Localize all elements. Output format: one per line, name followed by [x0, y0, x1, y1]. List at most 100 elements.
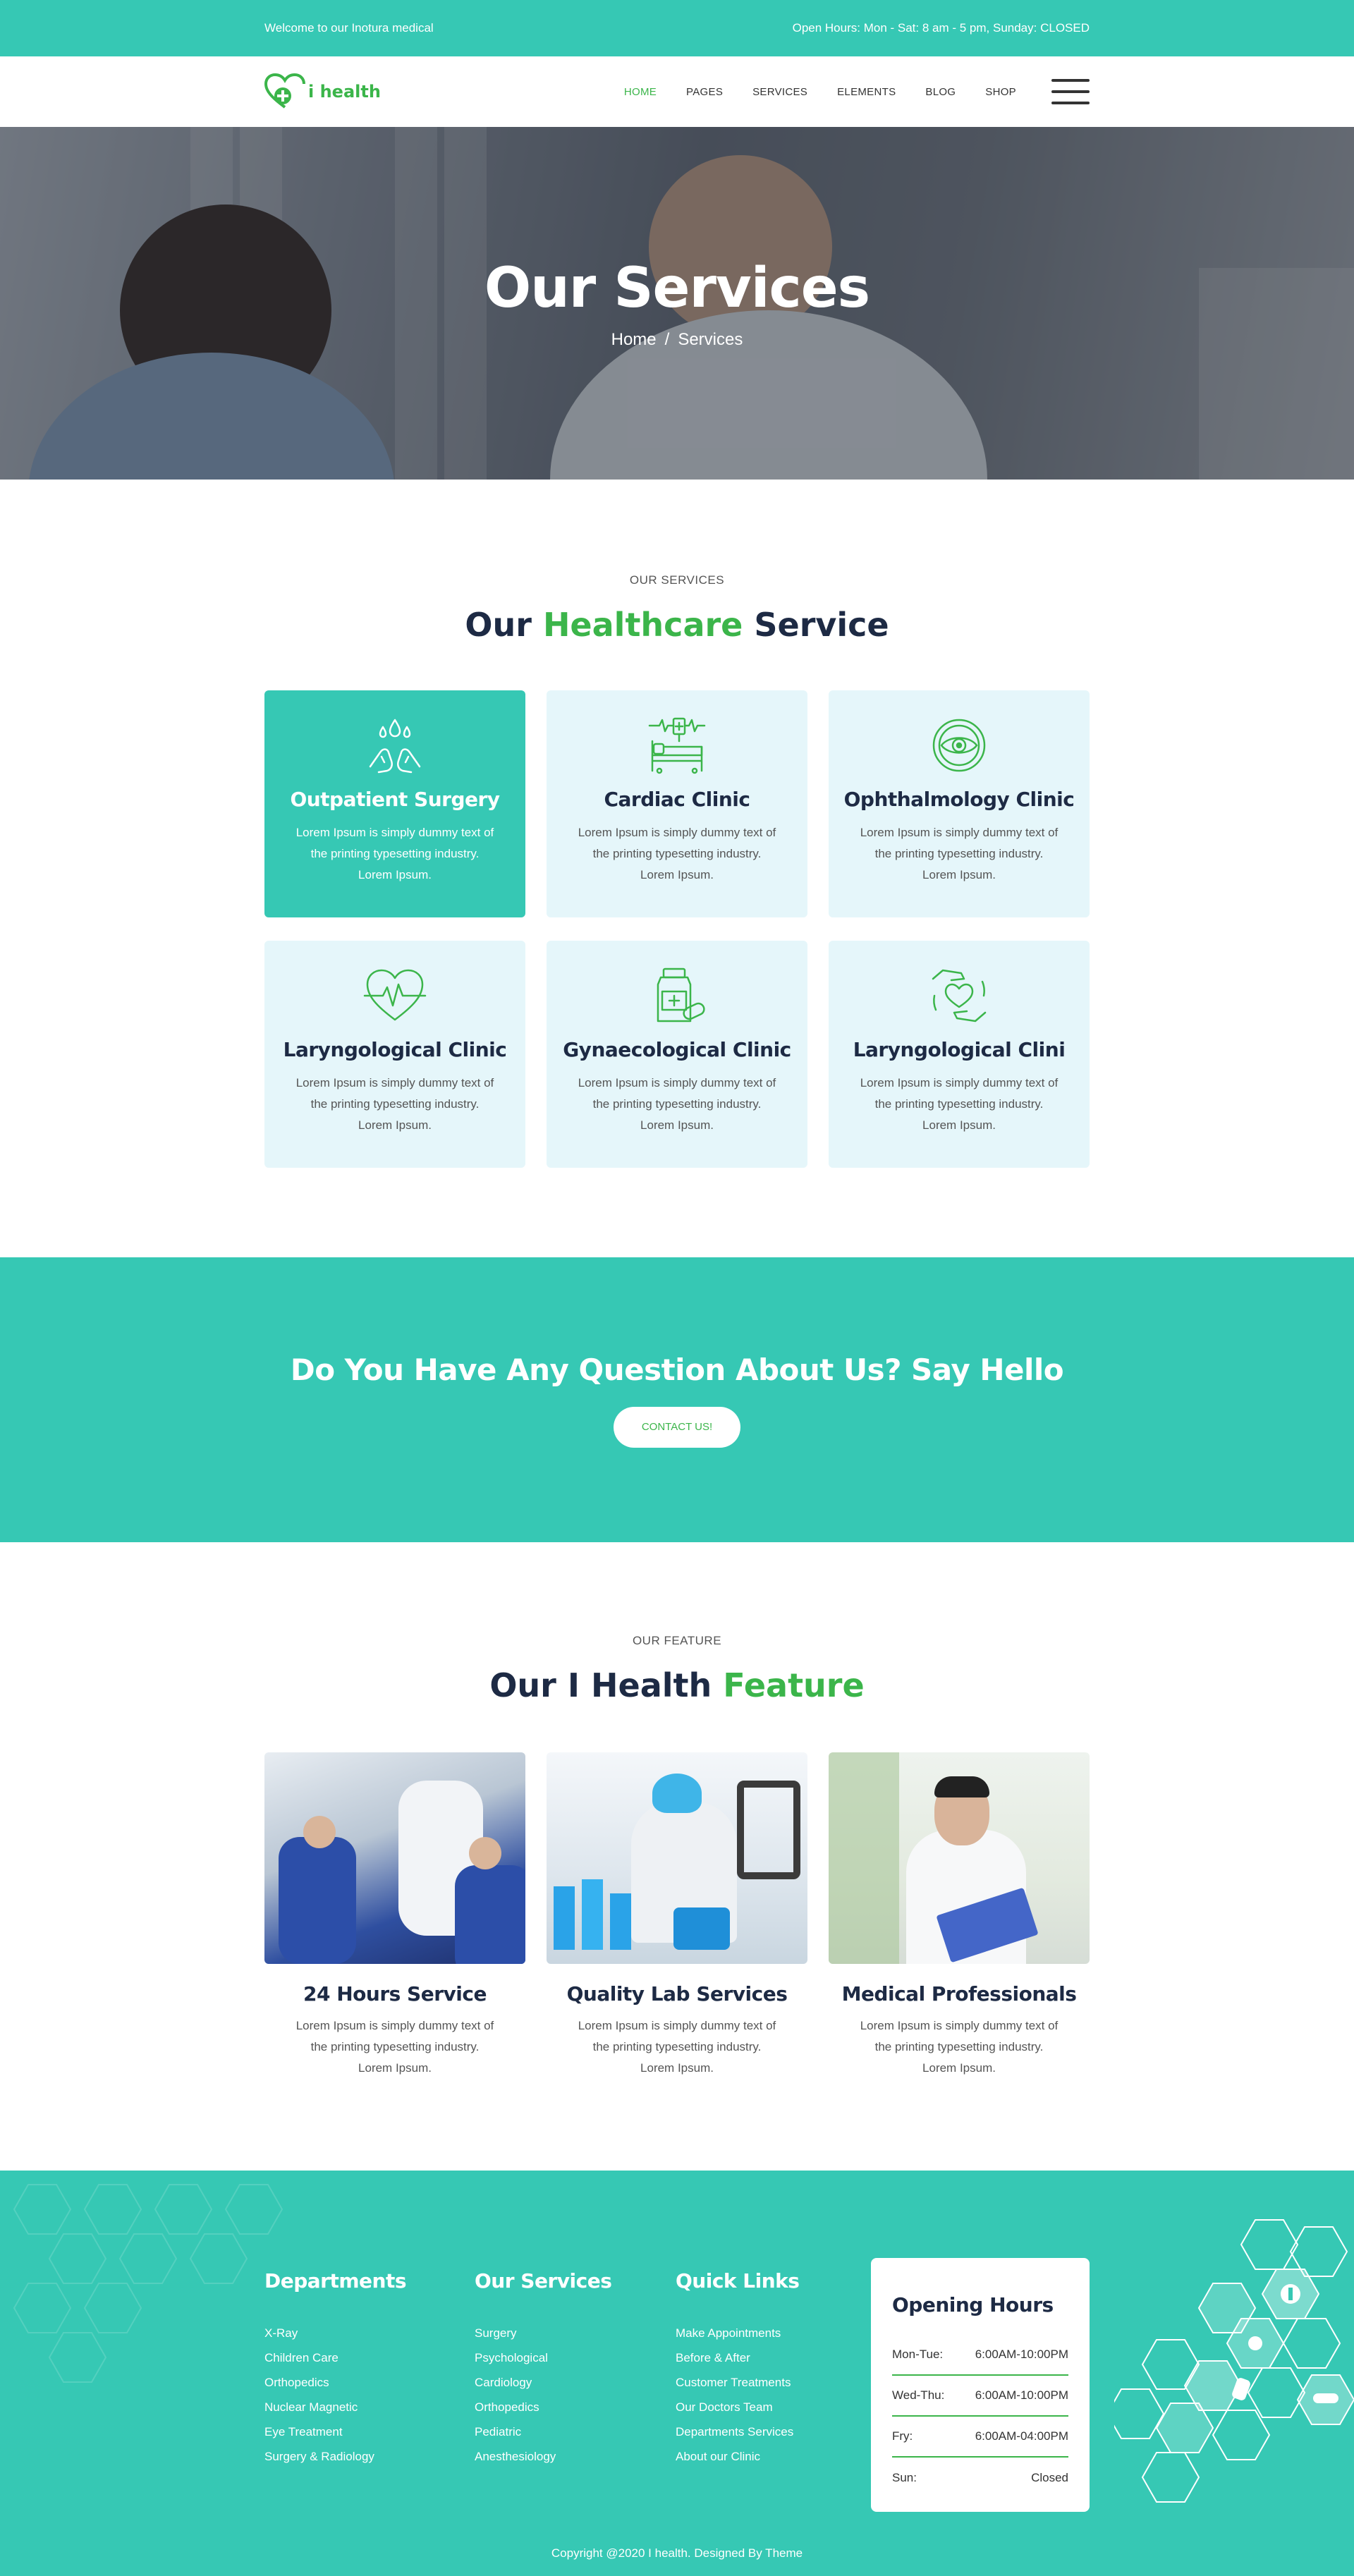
- nav-item-shop[interactable]: SHOP: [985, 86, 1016, 98]
- footer-link[interactable]: Nuclear Magnetic: [264, 2395, 475, 2419]
- feature-heading: Our I Health Feature: [489, 1666, 865, 1704]
- footer-link[interactable]: About our Clinic: [676, 2444, 871, 2469]
- nav-item-pages[interactable]: PAGES: [686, 86, 723, 98]
- footer-link[interactable]: Our Doctors Team: [676, 2395, 871, 2419]
- hamburger-menu-icon[interactable]: [1051, 79, 1090, 104]
- nav-item-home[interactable]: HOME: [624, 86, 657, 98]
- service-description: Lorem Ipsum is simply dummy text of the …: [295, 826, 494, 881]
- contact-us-button[interactable]: CONTACT US!: [614, 1406, 740, 1448]
- service-description: Lorem Ipsum is simply dummy text of the …: [578, 826, 776, 881]
- service-description: Lorem Ipsum is simply dummy text of the …: [860, 826, 1059, 881]
- nav-item-elements[interactable]: ELEMENTS: [837, 86, 896, 98]
- footer-departments: Departments X-Ray Children Care Orthoped…: [264, 2269, 475, 2512]
- departments-heading: Departments: [264, 2269, 407, 2293]
- page-title: Our Services: [484, 257, 870, 320]
- breadcrumb-home-link[interactable]: Home: [611, 330, 657, 350]
- service-card[interactable]: Laryngological Clinic Lorem Ipsum is sim…: [264, 941, 525, 1168]
- opening-hours-heading: Opening Hours: [892, 2293, 1054, 2316]
- hands-drops-icon: [369, 719, 421, 774]
- eye-icon: [932, 719, 986, 772]
- footer-our-services: Our Services Surgery Psychological Cardi…: [475, 2269, 676, 2512]
- medicine-bottle-icon: [657, 967, 705, 1023]
- footer-link[interactable]: Surgery & Radiology: [264, 2444, 475, 2469]
- service-title: Ophthalmology Clinic: [843, 788, 1075, 811]
- our-services-heading: Our Services: [475, 2269, 612, 2293]
- nav-menu: HOME PAGES SERVICES ELEMENTS BLOG SHOP: [624, 86, 1016, 98]
- feature-section: OUR FEATURE Our I Health Feature 24 Hour…: [0, 1542, 1354, 2171]
- footer-link[interactable]: Customer Treatments: [676, 2370, 871, 2395]
- feature-description: Lorem Ipsum is simply dummy text of the …: [295, 2019, 494, 2075]
- footer: Departments X-Ray Children Care Orthoped…: [0, 2171, 1354, 2576]
- footer-link[interactable]: Children Care: [264, 2345, 475, 2370]
- service-title: Laryngological Clinic: [283, 1038, 507, 1061]
- feature-card[interactable]: Medical Professionals Lorem Ipsum is sim…: [829, 1752, 1090, 2079]
- footer-link[interactable]: Cardiology: [475, 2370, 676, 2395]
- footer-link[interactable]: Eye Treatment: [264, 2419, 475, 2444]
- hours-row: Sun: Closed: [892, 2458, 1068, 2498]
- service-title: Gynaecological Clinic: [563, 1038, 791, 1061]
- hours-time: Closed: [1031, 2471, 1068, 2484]
- breadcrumb-current: Services: [678, 330, 743, 349]
- breadcrumb: Home / Services: [611, 330, 743, 350]
- heartbeat-icon: [363, 969, 427, 1021]
- cta-heading: Do You Have Any Question About Us? Say H…: [290, 1352, 1064, 1387]
- hours-time: 6:00AM-10:00PM: [975, 2348, 1068, 2361]
- hours-time: 6:00AM-04:00PM: [975, 2429, 1068, 2443]
- hours-day: Fry:: [892, 2429, 913, 2443]
- footer-link[interactable]: Orthopedics: [475, 2395, 676, 2419]
- feature-image-ambulance: [264, 1752, 525, 1964]
- hands-heart-icon: [932, 969, 987, 1023]
- footer-link[interactable]: Make Appointments: [676, 2321, 871, 2345]
- medical-hexagon-decoration: [1114, 2219, 1354, 2503]
- main-navbar: i health HOME PAGES SERVICES ELEMENTS BL…: [0, 56, 1354, 127]
- hero-banner: Our Services Home / Services: [0, 127, 1354, 480]
- welcome-text: Welcome to our Inotura medical: [264, 21, 434, 35]
- hospital-bed-icon: [648, 717, 706, 774]
- hours-day: Sun:: [892, 2471, 917, 2484]
- service-title: Cardiac Clinic: [604, 788, 750, 811]
- feature-description: Lorem Ipsum is simply dummy text of the …: [578, 2019, 776, 2075]
- service-card[interactable]: Gynaecological Clinic Lorem Ipsum is sim…: [547, 941, 807, 1168]
- footer-link[interactable]: X-Ray: [264, 2321, 475, 2345]
- footer-link[interactable]: Orthopedics: [264, 2370, 475, 2395]
- service-card[interactable]: Cardiac Clinic Lorem Ipsum is simply dum…: [547, 690, 807, 917]
- footer-link[interactable]: Anesthesiology: [475, 2444, 676, 2469]
- copyright-text: Copyright @2020 I health. Designed By Th…: [551, 2546, 803, 2560]
- footer-link[interactable]: Pediatric: [475, 2419, 676, 2444]
- feature-description: Lorem Ipsum is simply dummy text of the …: [860, 2019, 1059, 2075]
- open-hours-text: Open Hours: Mon - Sat: 8 am - 5 pm, Sund…: [792, 21, 1090, 35]
- service-description: Lorem Ipsum is simply dummy text of the …: [295, 1076, 494, 1132]
- services-section: OUR SERVICES Our Healthcare Service Outp…: [0, 480, 1354, 1257]
- hours-time: 6:00AM-10:00PM: [975, 2388, 1068, 2402]
- service-title: Outpatient Surgery: [290, 788, 500, 811]
- service-card[interactable]: Outpatient Surgery Lorem Ipsum is simply…: [264, 690, 525, 917]
- feature-image-lab: [547, 1752, 807, 1964]
- footer-link[interactable]: Before & After: [676, 2345, 871, 2370]
- nav-item-blog[interactable]: BLOG: [925, 86, 956, 98]
- service-description: Lorem Ipsum is simply dummy text of the …: [578, 1076, 776, 1132]
- footer-quick-links: Quick Links Make Appointments Before & A…: [676, 2269, 871, 2512]
- feature-title: Medical Professionals: [841, 1982, 1077, 2006]
- opening-hours-card: Opening Hours Mon-Tue: 6:00AM-10:00PM We…: [871, 2258, 1090, 2512]
- hours-row: Wed-Thu: 6:00AM-10:00PM: [892, 2376, 1068, 2417]
- feature-label: OUR FEATURE: [632, 1634, 722, 1647]
- footer-link[interactable]: Surgery: [475, 2321, 676, 2345]
- logo[interactable]: i health: [264, 73, 381, 110]
- heart-plus-icon: [264, 73, 305, 109]
- services-heading: Our Healthcare Service: [465, 606, 889, 644]
- feature-title: 24 Hours Service: [303, 1982, 487, 2006]
- feature-card[interactable]: Quality Lab Services Lorem Ipsum is simp…: [547, 1752, 807, 2079]
- footer-link[interactable]: Departments Services: [676, 2419, 871, 2444]
- service-card[interactable]: Ophthalmology Clinic Lorem Ipsum is simp…: [829, 690, 1090, 917]
- services-label: OUR SERVICES: [629, 573, 725, 587]
- service-card[interactable]: Laryngological Clini Lorem Ipsum is simp…: [829, 941, 1090, 1168]
- top-bar: Welcome to our Inotura medical Open Hour…: [0, 0, 1354, 56]
- hours-day: Wed-Thu:: [892, 2388, 945, 2402]
- feature-image-doctor: [829, 1752, 1090, 1964]
- feature-card[interactable]: 24 Hours Service Lorem Ipsum is simply d…: [264, 1752, 525, 2079]
- service-description: Lorem Ipsum is simply dummy text of the …: [860, 1076, 1059, 1132]
- nav-item-services[interactable]: SERVICES: [752, 86, 807, 98]
- breadcrumb-separator: /: [664, 330, 670, 349]
- footer-link[interactable]: Psychological: [475, 2345, 676, 2370]
- hours-day: Mon-Tue:: [892, 2348, 944, 2361]
